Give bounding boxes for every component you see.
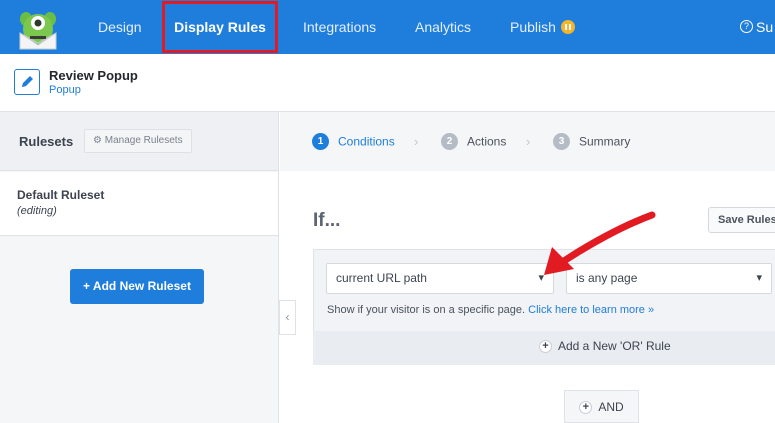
steps-bar: 1 Conditions › 2 Actions › 3 Summary	[280, 112, 775, 171]
nav-integrations[interactable]: Integrations	[303, 0, 376, 54]
condition-field-select[interactable]: current URL path ▾	[326, 263, 554, 294]
if-heading: If...	[313, 210, 341, 231]
rulesets-sidebar: Rulesets ⚙ Manage Rulesets Default Rules…	[0, 112, 279, 423]
learn-more-link[interactable]: Click here to learn more »	[528, 304, 654, 316]
add-or-rule-label: Add a New 'OR' Rule	[558, 339, 671, 353]
pause-badge-icon	[560, 19, 575, 34]
campaign-title: Review Popup	[49, 68, 138, 83]
nav-publish[interactable]: Publish	[510, 0, 575, 54]
collapse-sidebar-button[interactable]: ‹	[279, 300, 296, 335]
ruleset-name: Default Ruleset	[17, 188, 105, 202]
campaign-type: Popup	[49, 84, 81, 96]
chevron-right-icon: ›	[414, 134, 419, 149]
condition-field-value: current URL path	[336, 271, 427, 285]
highlight-box	[162, 1, 278, 53]
condition-hint: Show if your visitor is on a specific pa…	[327, 304, 654, 316]
step-conditions[interactable]: 1 Conditions	[312, 133, 395, 150]
rulesets-title: Rulesets	[19, 134, 74, 149]
chevron-left-icon: ‹	[285, 310, 290, 324]
step-label: Conditions	[338, 134, 395, 149]
step-label: Summary	[579, 134, 631, 149]
nav-publish-label: Publish	[510, 19, 556, 35]
ruleset-state: (editing)	[17, 205, 57, 217]
add-and-rule-button[interactable]: + AND	[564, 390, 639, 423]
help-icon: ?	[740, 20, 753, 34]
step-number: 3	[553, 133, 570, 150]
annotation-arrow-icon	[544, 211, 656, 275]
hint-text: Show if your visitor is on a specific pa…	[327, 304, 526, 316]
chevron-right-icon: ›	[526, 134, 531, 149]
step-label: Actions	[467, 134, 507, 149]
nav-support[interactable]: ? Su	[740, 0, 773, 54]
add-new-ruleset-button[interactable]: + Add New Ruleset	[70, 269, 204, 304]
nav-display-rules[interactable]: Display Rules	[162, 0, 278, 54]
manage-rulesets-label: Manage Rulesets	[104, 135, 183, 146]
step-number: 2	[441, 133, 458, 150]
nav-design[interactable]: Design	[98, 0, 142, 54]
plus-icon: +	[579, 401, 593, 415]
step-summary[interactable]: 3 Summary	[553, 133, 630, 150]
gear-icon: ⚙	[93, 135, 102, 146]
save-ruleset-button[interactable]: Save Ruleset	[708, 207, 775, 233]
edit-pencil-icon[interactable]	[14, 69, 40, 95]
optinmonster-logo[interactable]	[12, 3, 64, 53]
ruleset-item-default[interactable]: Default Ruleset (editing)	[0, 172, 278, 236]
manage-rulesets-button[interactable]: ⚙ Manage Rulesets	[84, 129, 192, 153]
plus-icon: +	[539, 340, 552, 354]
chevron-down-icon: ▾	[756, 272, 762, 284]
and-label: AND	[598, 400, 624, 414]
add-or-rule-button[interactable]: + Add a New 'OR' Rule	[539, 339, 671, 354]
rulesets-header: Rulesets ⚙ Manage Rulesets	[0, 112, 278, 171]
campaign-header: Review Popup Popup	[0, 54, 775, 112]
nav-support-label: Su	[756, 19, 774, 35]
top-navigation: Design Display Rules Integrations Analyt…	[0, 0, 775, 54]
step-actions[interactable]: 2 Actions	[441, 133, 506, 150]
step-number: 1	[312, 133, 329, 150]
nav-analytics[interactable]: Analytics	[415, 0, 471, 54]
